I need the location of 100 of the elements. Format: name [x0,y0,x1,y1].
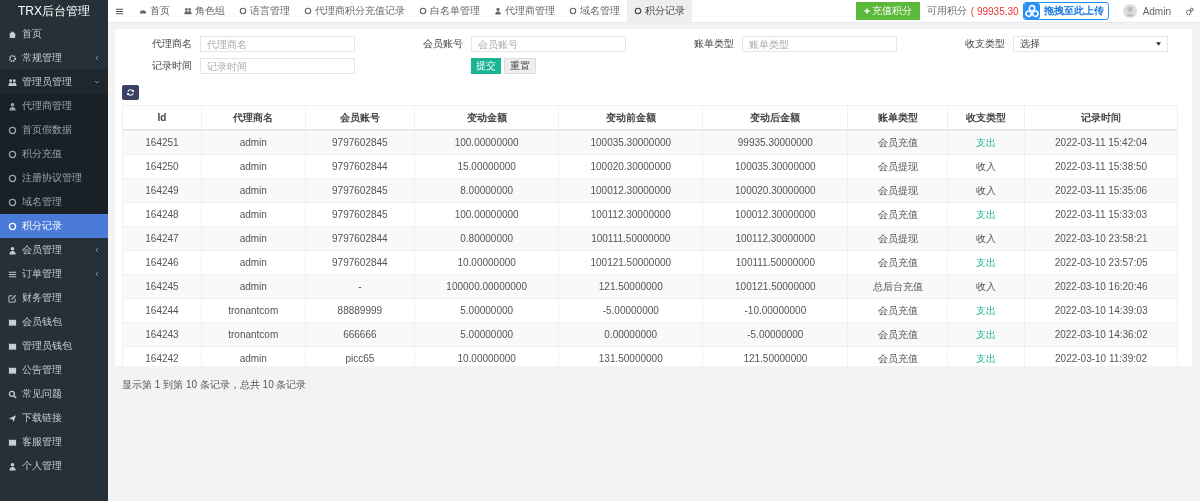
sidebar-item[interactable]: 客服管理 [0,430,108,454]
field-label: 账单类型 [693,37,734,51]
table-cell: 2022-03-10 23:57:05 [1024,250,1178,275]
table-cell: 0.80000000 [414,226,559,251]
table-cell: 100121.50000000 [702,274,848,299]
sidebar-item[interactable]: 代理商管理 [0,94,108,118]
table-cell: admin [201,226,306,251]
table-cell: 100112.30000000 [702,226,848,251]
sidebar-item[interactable]: 公告管理 [0,358,108,382]
sidebar-item[interactable]: 域名管理 [0,190,108,214]
table-cell: 100035.30000000 [702,154,848,179]
field-label: 代理商名 [151,37,192,51]
input-field[interactable]: 账单类型 [742,36,897,52]
table-cell: 会员充值 [847,202,948,227]
table-cell: 0.00000000 [558,322,703,347]
input-field[interactable]: 记录时间 [200,58,355,74]
table-cell: 100.00000000 [414,130,559,155]
table-cell: 会员充值 [847,250,948,275]
table-cell: 5.00000000 [414,322,559,347]
input-field[interactable]: 会员账号 [471,36,626,52]
table-cell: tronantcom [201,322,306,347]
sidebar-item[interactable]: 管理员钱包 [0,334,108,358]
nav-tab[interactable]: 白名单管理 [412,0,487,22]
table-cell: 9797602844 [305,154,415,179]
sidebar-item[interactable]: 管理员管理 [0,70,108,94]
sidebar-item[interactable]: 财务管理 [0,286,108,310]
table-cell: 支出 [947,202,1025,227]
table-cell: 会员提现 [847,226,948,251]
sidebar-item[interactable]: 订单管理 [0,262,108,286]
table-cell: 100012.30000000 [558,178,703,203]
table-cell: -5.00000000 [558,298,703,323]
nav-tab[interactable]: 角色组 [177,0,232,22]
table-cell: 100000.00000000 [414,274,559,299]
select-field[interactable]: 选择 [1013,36,1168,52]
table-cell: 9797602844 [305,250,415,275]
table-cell: admin [201,202,306,227]
table-cell: 会员提现 [847,154,948,179]
table-cell: 666666 [305,322,415,347]
table-cell: 100121.50000000 [558,250,703,275]
input-field[interactable]: 代理商名 [200,36,355,52]
sidebar-item[interactable]: 首页 [0,22,108,46]
field-label: 收支类型 [964,37,1005,51]
table-cell: admin [201,130,306,155]
table-cell: 164251 [122,130,202,155]
table-cell: 99935.30000000 [702,130,848,155]
table-cell: - [305,274,415,299]
nav-tab[interactable]: 代理商管理 [487,0,562,22]
table-cell: 100111.50000000 [702,250,848,275]
sidebar-item[interactable]: 积分充值 [0,142,108,166]
table-cell: 5.00000000 [414,298,559,323]
table-cell: 会员充值 [847,322,948,347]
sidebar-item[interactable]: 首页假数据 [0,118,108,142]
sidebar-item[interactable]: 常规管理 [0,46,108,70]
table-cell: 2022-03-11 15:33:03 [1024,202,1178,227]
nav-tab[interactable]: 积分记录 [627,0,692,22]
table-cell: 收入 [947,154,1025,179]
table-cell: 15.00000000 [414,154,559,179]
table-cell: 100012.30000000 [702,202,848,227]
table-cell: 164244 [122,298,202,323]
sidebar-item[interactable]: 会员管理 [0,238,108,262]
table-cell: 2022-03-10 16:20:46 [1024,274,1178,299]
table-cell: 100020.30000000 [558,154,703,179]
table-cell: 支出 [947,298,1025,323]
field-label: 会员账号 [422,37,463,51]
sidebar-item[interactable]: 积分记录 [0,214,108,238]
table-cell: 164243 [122,322,202,347]
table-cell: 100.00000000 [414,202,559,227]
upload-badge[interactable]: 拖拽至此上传 [1022,2,1109,20]
table-cell: 支出 [947,250,1025,275]
table-cell: 164250 [122,154,202,179]
nav-tab[interactable]: 代理商积分充值记录 [297,0,412,22]
table-cell: 164249 [122,178,202,203]
table-cell: 100112.30000000 [558,202,703,227]
sidebar-item[interactable]: 常见问题 [0,382,108,406]
table-cell: 100111.50000000 [558,226,703,251]
table-cell: 164247 [122,226,202,251]
sidebar-item[interactable]: 下载链接 [0,406,108,430]
user-name[interactable]: Admin [1142,5,1171,17]
table-cell: 9797602845 [305,130,415,155]
table-cell: 2022-03-11 15:38:50 [1024,154,1178,179]
sidebar-item[interactable]: 个人管理 [0,454,108,478]
table-cell: -10.00000000 [702,298,848,323]
table-cell: 121.50000000 [558,274,703,299]
table-cell: 164248 [122,202,202,227]
table-cell: 总后台充值 [847,274,948,299]
table-cell: 10.00000000 [414,250,559,275]
table-cell: admin [201,274,306,299]
table-cell: 2022-03-10 14:39:03 [1024,298,1178,323]
pagination-info: 显示第 1 到第 10 条记录，总共 10 条记录 [122,378,308,392]
balance-value: ( 99935.30 [970,5,1019,17]
sidebar-item[interactable]: 会员钱包 [0,310,108,334]
balance-label: 可用积分 [926,4,967,18]
nav-tab[interactable]: 语言管理 [232,0,297,22]
nav-tab[interactable]: 域名管理 [562,0,627,22]
sidebar-item[interactable]: 注册协议管理 [0,166,108,190]
reset-button[interactable]: 重置 [504,58,536,74]
table-cell: 100020.30000000 [702,178,848,203]
table-cell: admin [201,154,306,179]
nav-tab[interactable]: 首页 [132,0,177,22]
table-cell: 164246 [122,250,202,275]
